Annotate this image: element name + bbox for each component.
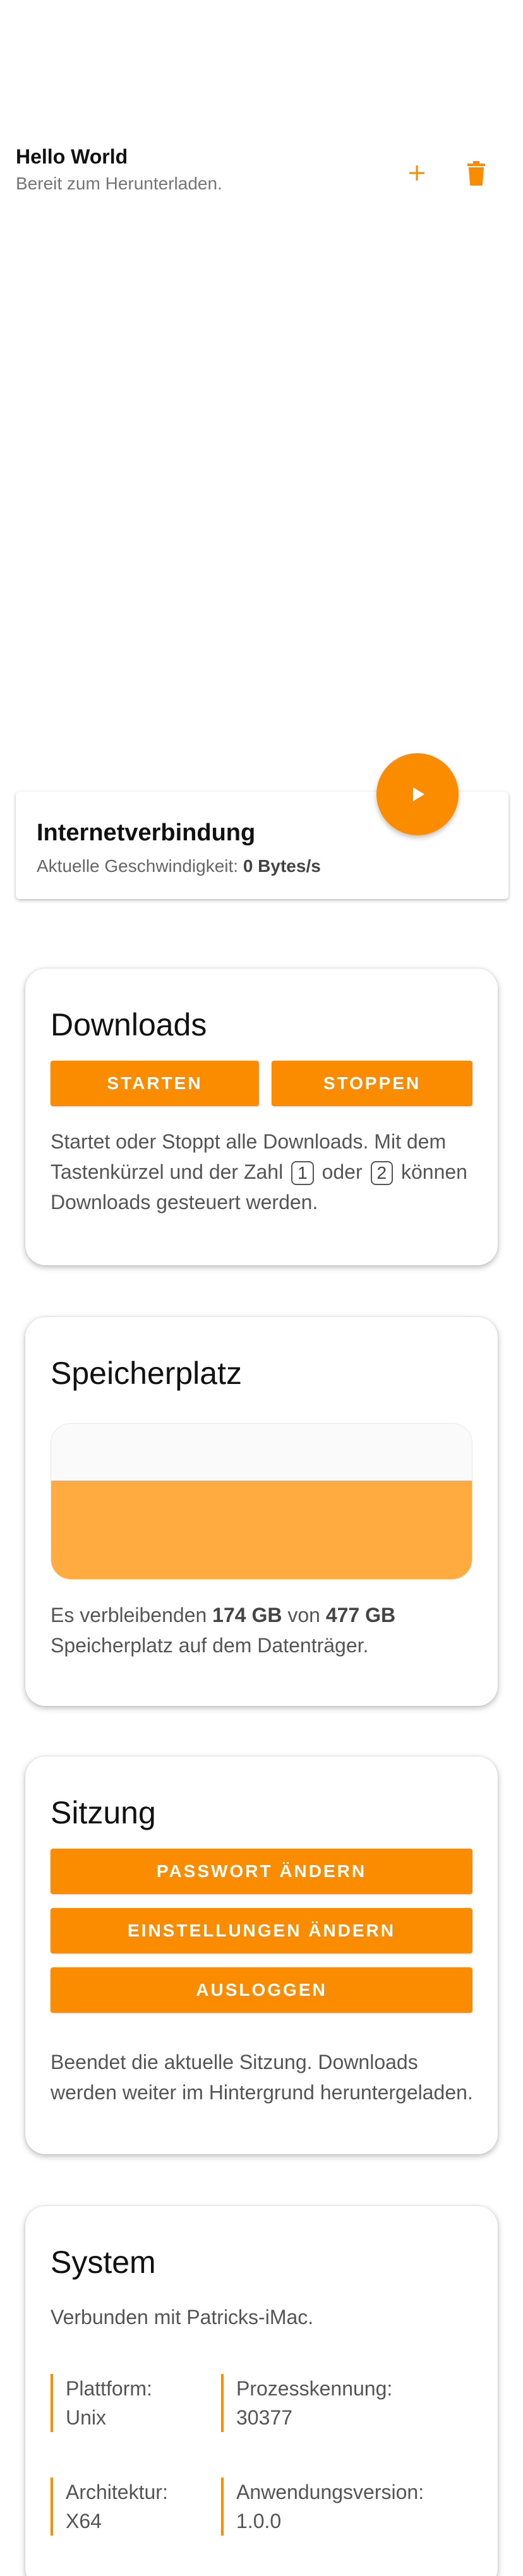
logout-button[interactable]: AUSLOGGEN — [51, 1967, 472, 2013]
storage-title: Speicherplatz — [51, 1356, 242, 1391]
pid-info: Prozesskennung: 30377 — [221, 2374, 392, 2432]
version-info: Anwendungsversion: 1.0.0 — [221, 2478, 424, 2536]
downloads-description: Startet oder Stoppt alle Downloads. Mit … — [51, 1130, 467, 1213]
start-all-fab[interactable] — [376, 753, 459, 835]
platform-info: Plattform: Unix — [51, 2374, 215, 2432]
architecture-info: Architektur: X64 — [51, 2478, 215, 2536]
storage-description: Es verbleibenden 174 GB von 477 GB Speic… — [51, 1604, 396, 1657]
storage-bar — [51, 1423, 472, 1580]
speed-value: 0 Bytes/s — [243, 856, 321, 876]
session-description: Beendet die aktuelle Sitzung. Downloads … — [51, 2051, 473, 2104]
add-button[interactable] — [397, 153, 437, 193]
storage-card: Speicherplatz Es verbleibenden 174 GB vo… — [25, 1317, 498, 1706]
storage-free: 174 GB — [212, 1604, 282, 1626]
task-title: Hello World — [16, 145, 128, 168]
internet-title: Internetverbindung — [37, 820, 256, 846]
session-card: Sitzung PASSWORT ÄNDERN EINSTELLUNGEN ÄN… — [25, 1756, 498, 2154]
trash-icon — [467, 161, 485, 186]
speed-line: Aktuelle Geschwindigkeit: 0 Bytes/s — [37, 856, 321, 876]
change-password-button[interactable]: PASSWORT ÄNDERN — [51, 1849, 472, 1894]
storage-used-fill — [51, 1480, 472, 1579]
downloads-title: Downloads — [51, 1007, 207, 1042]
download-list-item[interactable]: Hello World Bereit zum Herunterladen. — [0, 139, 523, 202]
storage-total: 477 GB — [325, 1604, 396, 1626]
stop-button[interactable]: STOPPEN — [272, 1061, 472, 1106]
task-status: Bereit zum Herunterladen. — [16, 174, 222, 193]
connected-host: Verbunden mit Patricks-iMac. — [51, 2306, 314, 2329]
plus-icon — [409, 165, 424, 181]
change-settings-button[interactable]: EINSTELLUNGEN ÄNDERN — [51, 1908, 472, 1953]
session-title: Sitzung — [51, 1795, 156, 1830]
system-title: System — [51, 2245, 156, 2280]
play-icon — [413, 787, 424, 801]
system-card: System Verbunden mit Patricks-iMac. Plat… — [25, 2206, 498, 2576]
key-2: 2 — [370, 1161, 394, 1185]
delete-button[interactable] — [456, 153, 496, 193]
downloads-card: Downloads STARTEN STOPPEN Startet oder S… — [25, 969, 498, 1265]
start-button[interactable]: STARTEN — [51, 1061, 259, 1106]
speed-label: Aktuelle Geschwindigkeit: — [37, 856, 239, 876]
key-1: 1 — [291, 1161, 314, 1185]
